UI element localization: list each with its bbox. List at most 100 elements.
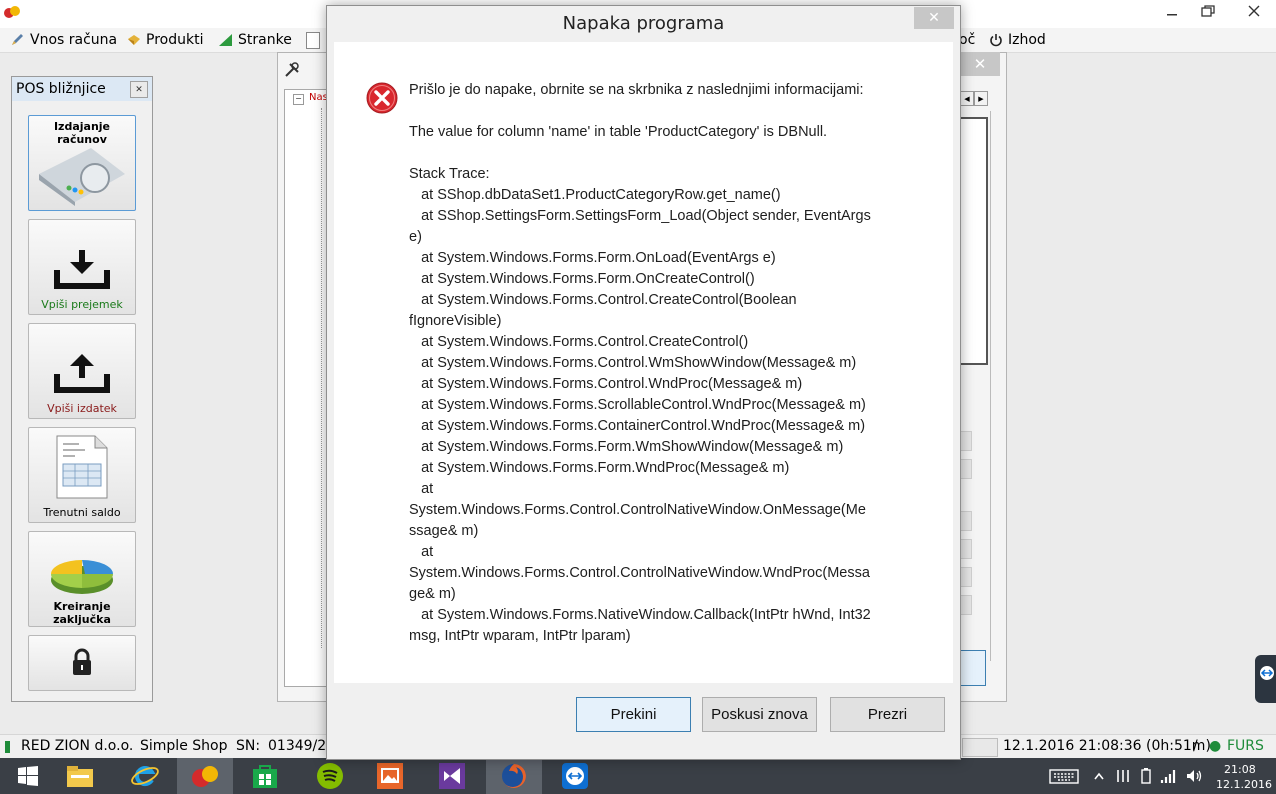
menu-label: Vnos računa bbox=[30, 32, 118, 48]
tile-trenutni-saldo[interactable]: Trenutni saldo bbox=[28, 427, 136, 523]
taskbar-spotify[interactable] bbox=[302, 758, 358, 794]
tile-label: Izdajanje računov bbox=[53, 120, 111, 146]
keyboard-icon[interactable] bbox=[1049, 769, 1079, 784]
maximize-button[interactable] bbox=[1190, 0, 1226, 22]
teamviewer-side-panel[interactable] bbox=[1255, 655, 1276, 703]
status-product: Simple Shop bbox=[140, 738, 228, 754]
status-datetime: 12.1.2016 21:08:36 (0h:51m) bbox=[1003, 738, 1211, 754]
upload-tray-icon bbox=[54, 354, 110, 393]
status-furs-dot: ● bbox=[1209, 738, 1222, 754]
simple-shop-icon bbox=[192, 766, 218, 787]
ignore-button[interactable]: Prezri bbox=[830, 697, 945, 732]
menu-produkti[interactable]: Produkti bbox=[126, 31, 203, 49]
taskbar-store[interactable] bbox=[237, 758, 293, 794]
pos-panel-close-button[interactable]: ✕ bbox=[130, 81, 148, 98]
pos-panel-header: POS bližnjice ✕ bbox=[12, 77, 152, 101]
firefox-icon bbox=[502, 764, 526, 788]
error-dialog: Napaka programa ✕ Prišlo je do napake, o… bbox=[326, 5, 961, 760]
internet-explorer-icon bbox=[131, 766, 159, 787]
close-icon bbox=[1248, 5, 1260, 17]
lock-icon bbox=[73, 648, 91, 675]
taskbar: 21:08 12.1.2016 bbox=[0, 758, 1276, 794]
status-indicator-icon bbox=[5, 741, 10, 753]
dialog-title: Napaka programa bbox=[562, 13, 725, 34]
chevron-right-icon: ▶ bbox=[978, 94, 984, 103]
minimize-button[interactable] bbox=[1154, 0, 1190, 22]
action-center-icon[interactable] bbox=[1115, 768, 1131, 784]
volume-icon[interactable] bbox=[1185, 768, 1203, 784]
start-icon bbox=[18, 766, 38, 786]
menu-label: oč bbox=[959, 32, 976, 48]
status-progress-box bbox=[962, 738, 998, 757]
settings-field[interactable] bbox=[960, 595, 972, 615]
tile-label: Trenutni saldo bbox=[43, 506, 121, 519]
taskbar-simple-shop[interactable] bbox=[177, 758, 233, 794]
tree-root-item[interactable]: Nas bbox=[309, 92, 328, 103]
tab-scroll-left-button[interactable]: ◀ bbox=[960, 91, 974, 106]
power-icon bbox=[990, 34, 1002, 47]
tile-kreiranje-zakljucka[interactable]: Kreiranje zaključka bbox=[28, 531, 136, 627]
dialog-close-button[interactable]: ✕ bbox=[914, 7, 954, 29]
tile-label: Vpiši prejemek bbox=[41, 298, 123, 311]
visual-studio-icon bbox=[439, 763, 465, 789]
restore-icon bbox=[1201, 5, 1215, 17]
taskbar-firefox[interactable] bbox=[486, 758, 542, 794]
taskbar-file-explorer[interactable] bbox=[52, 758, 108, 794]
menu-label: Stranke bbox=[238, 32, 292, 48]
dialog-body: Prišlo je do napake, obrnite se na skrbn… bbox=[334, 42, 953, 683]
menu-label: Produkti bbox=[146, 32, 204, 48]
status-separator: / bbox=[1193, 738, 1198, 754]
app-close-button[interactable] bbox=[1232, 0, 1276, 22]
app-logo-icon bbox=[4, 6, 20, 18]
tile-label: Kreiranje zaključka bbox=[53, 600, 111, 626]
pos-shortcuts-panel: POS bližnjice ✕ Izdajanje računov Vpiši … bbox=[11, 76, 153, 702]
tile-izdajanje-racunov[interactable]: Izdajanje računov bbox=[28, 115, 136, 211]
tray-expand-icon[interactable] bbox=[1093, 771, 1105, 781]
status-sn-label: SN: bbox=[236, 738, 261, 754]
tile-lock[interactable] bbox=[28, 635, 136, 691]
taskbar-internet-explorer[interactable] bbox=[117, 758, 173, 794]
network-signal-icon[interactable] bbox=[1160, 768, 1178, 784]
products-icon bbox=[128, 35, 140, 45]
menu-label: Izhod bbox=[1008, 32, 1046, 48]
retry-button[interactable]: Poskusi znova bbox=[702, 697, 817, 732]
taskbar-photos[interactable] bbox=[362, 758, 418, 794]
menu-stranke[interactable]: Stranke bbox=[218, 31, 292, 49]
document-icon[interactable] bbox=[306, 32, 320, 49]
customers-icon bbox=[219, 34, 232, 46]
settings-field[interactable] bbox=[960, 539, 972, 559]
status-company: RED ZION d.o.o. bbox=[21, 738, 134, 754]
photos-icon bbox=[377, 763, 403, 789]
invoice-document-icon bbox=[56, 435, 108, 499]
tree-lines bbox=[321, 108, 322, 648]
menu-izhod[interactable]: Izhod bbox=[988, 31, 1046, 49]
abort-button[interactable]: Prekini bbox=[576, 697, 691, 732]
tile-label: Vpiši izdatek bbox=[47, 402, 117, 415]
error-icon bbox=[366, 82, 398, 114]
spotify-icon bbox=[317, 763, 343, 789]
taskbar-visual-studio[interactable] bbox=[424, 758, 480, 794]
tile-vpisi-izdatek[interactable]: Vpiši izdatek bbox=[28, 323, 136, 419]
cash-register-icon bbox=[39, 148, 125, 206]
settings-field[interactable] bbox=[960, 511, 972, 531]
settings-field[interactable] bbox=[960, 459, 972, 479]
taskbar-clock-time[interactable]: 21:08 bbox=[1224, 763, 1256, 776]
tile-vpisi-prejemek[interactable]: Vpiši prejemek bbox=[28, 219, 136, 315]
settings-field[interactable] bbox=[960, 567, 972, 587]
close-icon: ✕ bbox=[135, 84, 143, 95]
tab-scroll-right-button[interactable]: ▶ bbox=[974, 91, 988, 106]
taskbar-teamviewer[interactable] bbox=[547, 758, 603, 794]
settings-save-button[interactable] bbox=[960, 650, 986, 686]
menu-vnos-racuna[interactable]: Vnos računa bbox=[10, 31, 117, 49]
start-button[interactable] bbox=[0, 758, 56, 794]
settings-field[interactable] bbox=[960, 431, 972, 451]
teamviewer-icon bbox=[1260, 666, 1274, 680]
download-tray-icon bbox=[54, 250, 110, 289]
taskbar-clock-date[interactable]: 12.1.2016 bbox=[1216, 778, 1272, 791]
settings-window-close-button[interactable]: ✕ bbox=[960, 52, 1000, 76]
menu-pomoc-partial[interactable]: oč bbox=[959, 31, 975, 49]
status-furs: FURS bbox=[1227, 738, 1264, 754]
tools-icon[interactable] bbox=[284, 62, 300, 78]
battery-icon[interactable] bbox=[1140, 768, 1152, 784]
tree-collapse-icon[interactable]: − bbox=[293, 94, 304, 105]
